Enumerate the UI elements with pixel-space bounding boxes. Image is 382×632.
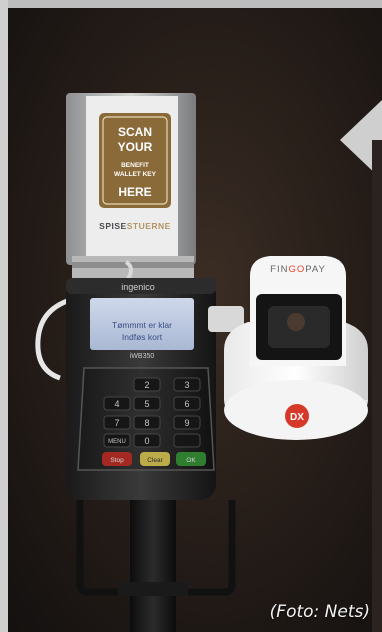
privacy-shield xyxy=(77,367,215,471)
left-border xyxy=(0,0,8,632)
top-border xyxy=(0,0,382,8)
terminal-brand: ingenico xyxy=(121,282,155,292)
fingopay-label-fin: FIN xyxy=(270,264,288,275)
terminal-model: iWB350 xyxy=(130,353,155,360)
pole xyxy=(130,490,176,632)
scan-card-line-5: HERE xyxy=(118,185,151,199)
screen-line-2: Indføs kort xyxy=(122,332,163,342)
screen-line-1: Tømmmt er klar xyxy=(112,320,172,330)
scan-card-line-2: YOUR xyxy=(118,140,153,154)
fingopay-label-go: GO xyxy=(288,264,305,275)
scan-card-line-4: WALLET KEY xyxy=(114,171,157,178)
scan-card-line-3: BENEFIT xyxy=(121,162,149,169)
brand-spisestuerne: SPISESTUERNE xyxy=(99,221,171,231)
fingopay-logo-text: DX xyxy=(290,412,304,423)
scan-card-line-1: SCAN xyxy=(118,125,152,139)
photo-credit: (Foto: Nets) xyxy=(269,602,370,622)
product-photo: SCAN YOUR BENEFIT WALLET KEY HERE SPISES… xyxy=(0,0,382,632)
fingopay-label: FINGOPAY xyxy=(270,264,326,275)
fingopay-label-pay: PAY xyxy=(305,264,326,275)
brand-spise: SPISE xyxy=(99,221,127,231)
brand-stuerne: STUERNE xyxy=(127,221,171,231)
